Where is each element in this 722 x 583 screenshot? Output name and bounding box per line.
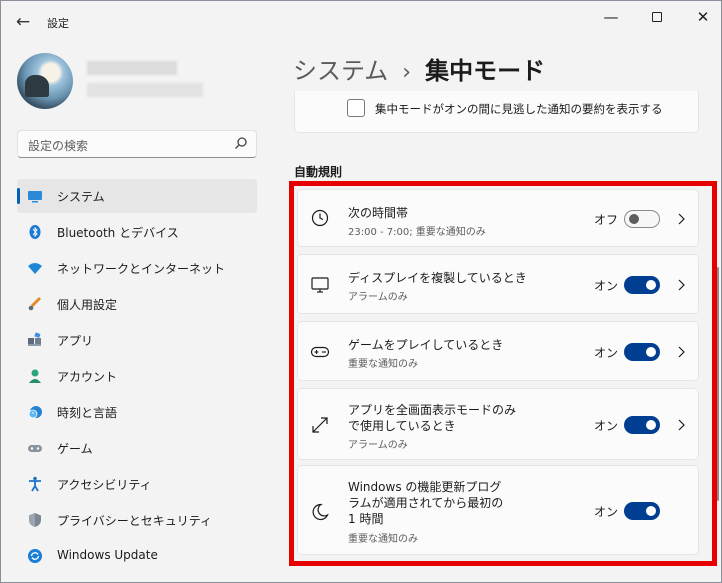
- maximize-icon: [652, 12, 662, 22]
- search-icon: [235, 137, 247, 149]
- avatar[interactable]: [17, 53, 73, 109]
- sidebar-item-privacy-security[interactable]: プライバシーとセキュリティ: [17, 503, 257, 537]
- toggle-state-label: オン: [594, 505, 619, 519]
- chevron-right-icon[interactable]: [676, 345, 686, 359]
- toggle-state-label: オン: [594, 419, 619, 433]
- rule-title: ゲームをプレイしているとき: [348, 338, 504, 352]
- brush-icon: [27, 296, 43, 312]
- sidebar-item-personalization[interactable]: 個人用設定: [17, 287, 257, 321]
- settings-window: ← 設定 — ✕ 設定の検索 システム Bluetooth とデバイス ネットワ…: [0, 0, 722, 583]
- sidebar-item-label: アカウント: [57, 370, 118, 384]
- sidebar-item-label: ネットワークとインターネット: [57, 262, 226, 276]
- close-button[interactable]: ✕: [683, 5, 722, 29]
- summary-setting-card: 集中モードがオンの間に見逃した通知の要約を表示する: [294, 91, 699, 133]
- rule-title: アプリを全画面表示モードのみで使用しているとき: [348, 403, 517, 433]
- rule-toggle-feature-update[interactable]: [624, 502, 660, 520]
- gamepad-icon: [310, 346, 330, 358]
- sidebar-item-accounts[interactable]: アカウント: [17, 359, 257, 393]
- rule-subtitle: 重要な通知のみ: [348, 359, 418, 370]
- settings-search-box[interactable]: 設定の検索: [17, 130, 257, 158]
- toggle-state-label: オン: [594, 279, 619, 293]
- chevron-right-icon[interactable]: [676, 278, 686, 292]
- sidebar-item-bluetooth[interactable]: Bluetooth とデバイス: [17, 215, 257, 249]
- sidebar-item-label: プライバシーとセキュリティ: [57, 514, 213, 528]
- summary-checkbox[interactable]: [347, 99, 365, 117]
- sidebar-item-accessibility[interactable]: アクセシビリティ: [17, 467, 257, 501]
- search-placeholder: 設定の検索: [28, 139, 89, 153]
- rule-row-feature-update[interactable]: Windows の機能更新プログラムが適用されてから最初の 1 時間 重要な通知…: [297, 465, 699, 555]
- accessibility-icon: [27, 476, 43, 492]
- rule-toggle-fullscreen-app[interactable]: [624, 416, 660, 434]
- rule-row-time[interactable]: 次の時間帯 23:00 - 7:00; 重要な通知のみ オフ: [297, 189, 699, 247]
- title-bar: ← 設定 — ✕: [1, 1, 721, 43]
- sidebar-item-label: システム: [57, 190, 105, 204]
- sidebar-item-label: ゲーム: [57, 442, 93, 456]
- rule-toggle-time[interactable]: [624, 210, 660, 228]
- rule-row-gaming[interactable]: ゲームをプレイしているとき 重要な通知のみ オン: [297, 321, 699, 381]
- sidebar-item-label: 時刻と言語: [57, 406, 118, 420]
- sidebar-item-apps[interactable]: アプリ: [17, 323, 257, 357]
- wifi-icon: [27, 260, 43, 276]
- rule-subtitle: アラームのみ: [348, 440, 408, 451]
- rule-row-duplicate-display[interactable]: ディスプレイを複製しているとき アラームのみ オン: [297, 254, 699, 314]
- toggle-state-label: オン: [594, 346, 619, 360]
- clock-globe-icon: [27, 404, 43, 420]
- sidebar-item-label: 個人用設定: [57, 298, 118, 312]
- rule-subtitle: 重要な通知のみ: [348, 534, 418, 545]
- page-title: 集中モード: [425, 57, 546, 85]
- rule-title: 次の時間帯: [348, 206, 409, 220]
- minimize-button[interactable]: —: [591, 5, 631, 29]
- sidebar-item-system[interactable]: システム: [17, 179, 257, 213]
- sidebar-item-label: Bluetooth とデバイス: [57, 226, 179, 240]
- rule-toggle-duplicate-display[interactable]: [624, 276, 660, 294]
- sidebar-item-time-language[interactable]: 時刻と言語: [17, 395, 257, 429]
- rule-title: ディスプレイを複製しているとき: [348, 271, 527, 285]
- rule-row-fullscreen-app[interactable]: アプリを全画面表示モードのみで使用しているとき アラームのみ オン: [297, 388, 699, 460]
- summary-checkbox-label: 集中モードがオンの間に見逃した通知の要約を表示する: [375, 102, 663, 116]
- moon-icon: [312, 503, 329, 521]
- breadcrumb: システム › 集中モード: [293, 51, 545, 87]
- sidebar-item-network[interactable]: ネットワークとインターネット: [17, 251, 257, 285]
- apps-icon: [27, 332, 43, 348]
- section-title-auto-rules: 自動規則: [294, 165, 343, 179]
- maximize-button[interactable]: [637, 5, 677, 29]
- bluetooth-icon: [27, 224, 43, 240]
- breadcrumb-separator: ›: [402, 60, 412, 85]
- chevron-right-icon[interactable]: [676, 212, 686, 226]
- person-icon: [27, 368, 43, 384]
- rule-toggle-gaming[interactable]: [624, 343, 660, 361]
- rule-subtitle: アラームのみ: [348, 292, 408, 303]
- account-email-blurred: [87, 83, 203, 97]
- expand-arrows-icon: [312, 417, 328, 433]
- monitor-icon: [311, 277, 329, 293]
- scrollbar[interactable]: [717, 267, 719, 501]
- sidebar-item-label: Windows Update: [57, 548, 158, 562]
- rule-subtitle: 23:00 - 7:00; 重要な通知のみ: [348, 227, 486, 238]
- gamepad-icon: [27, 440, 43, 456]
- breadcrumb-parent[interactable]: システム: [293, 51, 388, 86]
- sidebar-item-gaming[interactable]: ゲーム: [17, 431, 257, 465]
- back-arrow-icon[interactable]: ←: [11, 10, 35, 34]
- window-title: 設定: [47, 17, 69, 30]
- sidebar-item-windows-update[interactable]: Windows Update: [17, 539, 257, 573]
- toggle-state-label: オフ: [594, 213, 619, 227]
- sidebar-nav: システム Bluetooth とデバイス ネットワークとインターネット 個人用設…: [17, 179, 257, 575]
- sidebar-item-label: アクセシビリティ: [57, 478, 152, 492]
- clock-icon: [311, 209, 329, 227]
- shield-icon: [27, 512, 43, 528]
- sidebar-item-label: アプリ: [57, 334, 94, 348]
- monitor-icon: [27, 188, 43, 204]
- update-icon: [27, 548, 43, 564]
- chevron-right-icon[interactable]: [676, 418, 686, 432]
- rule-title: Windows の機能更新プログラムが適用されてから最初の 1 時間: [348, 480, 504, 526]
- account-name-blurred: [87, 61, 177, 75]
